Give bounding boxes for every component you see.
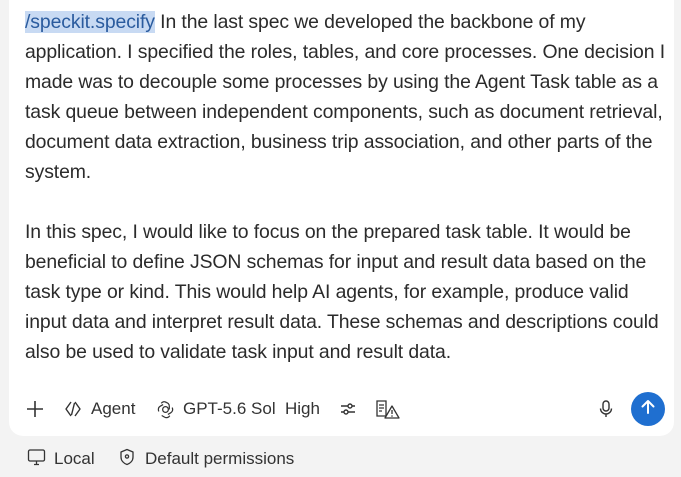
add-button[interactable] [25, 388, 45, 430]
prompt-paragraph-1: /speckit.specify In the last spec we dev… [25, 7, 665, 187]
settings-button[interactable] [339, 388, 357, 430]
arrow-up-icon [639, 398, 657, 421]
prompt-paragraph-1-text: In the last spec we developed the backbo… [25, 11, 665, 183]
chat-composer: /speckit.specify In the last spec we dev… [9, 0, 674, 436]
document-warning-icon [375, 398, 403, 420]
effort-label: High [285, 399, 320, 418]
permissions-label: Default permissions [145, 449, 295, 468]
composer-footer: Local Default permissions [0, 444, 681, 474]
prompt-paragraph-2: In this spec, I would like to focus on t… [25, 221, 659, 363]
microphone-icon [598, 399, 614, 419]
model-selector[interactable]: GPT-5.6 Sol [156, 388, 276, 430]
prompt-input[interactable]: /speckit.specify In the last spec we dev… [25, 7, 665, 367]
location-label: Local [54, 449, 95, 468]
location-selector[interactable]: Local [27, 444, 95, 474]
sliders-icon [339, 400, 357, 418]
review-button[interactable] [375, 388, 403, 430]
composer-toolbar: Agent GPT-5.6 Sol High [9, 388, 674, 430]
slash-command: /speckit.specify [25, 11, 155, 33]
monitor-icon [27, 448, 46, 471]
mode-label: Agent [91, 399, 136, 418]
permissions-selector[interactable]: Default permissions [119, 444, 294, 474]
plus-icon [25, 399, 45, 419]
agent-icon [64, 400, 82, 418]
send-button[interactable] [631, 392, 665, 426]
microphone-button[interactable] [598, 388, 614, 430]
effort-selector[interactable]: High [285, 388, 320, 430]
model-label: GPT-5.6 Sol [183, 399, 276, 418]
mode-selector[interactable]: Agent [64, 388, 135, 430]
openai-icon [156, 400, 175, 419]
shield-icon [119, 448, 135, 471]
